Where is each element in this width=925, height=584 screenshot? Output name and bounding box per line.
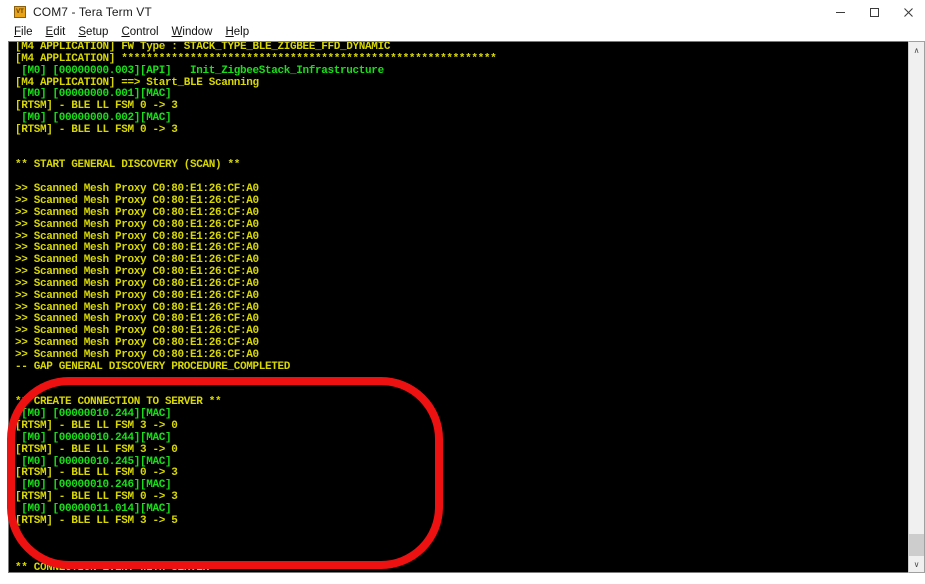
minimize-button[interactable] [823, 0, 857, 24]
minimize-icon [835, 11, 845, 13]
menu-accel-help: H [225, 26, 234, 38]
scroll-down-arrow-icon[interactable]: ∨ [909, 556, 924, 572]
terminal-scrollbar[interactable]: ∧ ∨ [908, 41, 925, 573]
menu-item-edit[interactable]: Edit [46, 26, 66, 39]
close-button[interactable] [891, 0, 925, 24]
title-bar: COM7 - Tera Term VT [0, 0, 925, 25]
menu-item-file[interactable]: File [14, 26, 33, 39]
terminal-line: ** START GENERAL DISCOVERY (SCAN) ** [15, 159, 241, 172]
terminal-line: ** CONNECTION EVENT WITH SERVER [15, 562, 209, 572]
scrollbar-thumb[interactable] [909, 534, 924, 556]
terminal-line: [M0] [00000000.003][API] Init_ZigbeeStac… [15, 64, 384, 77]
terminal-line: [RTSM] - BLE LL FSM 3 -> 0 [15, 443, 178, 456]
scrollbar-track[interactable] [909, 58, 924, 556]
terminal-line: >> Scanned Mesh Proxy C0:80:E1:26:CF:A0 [15, 277, 259, 290]
terminal-line: >> Scanned Mesh Proxy C0:80:E1:26:CF:A0 [15, 348, 259, 361]
terminal-line: [M4 APPLICATION] ***********************… [15, 52, 497, 65]
terminal-line: [RTSM] - BLE LL FSM 0 -> 3 [15, 123, 178, 136]
menu-rest-edit: dit [53, 26, 66, 38]
tera-term-window: COM7 - Tera Term VT File Edit [0, 0, 925, 584]
menu-rest-setup: etup [86, 26, 109, 38]
menu-item-help[interactable]: Help [225, 26, 249, 39]
menu-item-window[interactable]: Window [172, 26, 213, 39]
menu-bar: File Edit Setup Control Window Help [0, 24, 925, 41]
terminal-line: [M0] [00000011.014][MAC] [15, 502, 172, 515]
menu-rest-control: ontrol [129, 26, 159, 38]
close-icon [903, 7, 913, 17]
menu-accel-file: F [14, 26, 22, 38]
scroll-up-arrow-icon[interactable]: ∧ [909, 42, 924, 58]
window-controls [823, 0, 925, 24]
terminal-line: >> Scanned Mesh Proxy C0:80:E1:26:CF:A0 [15, 289, 259, 302]
menu-item-setup[interactable]: Setup [78, 26, 108, 39]
menu-accel-control: C [121, 26, 130, 38]
terminal-frame: [M4 APPLICATION] FW Type : STACK_TYPE_BL… [8, 41, 917, 573]
menu-accel-setup: S [78, 26, 87, 38]
menu-rest-window: indow [182, 26, 213, 38]
app-icon [14, 6, 26, 18]
window-title: COM7 - Tera Term VT [33, 5, 152, 19]
terminal-line: [M0] [00000010.244][MAC] [15, 431, 172, 444]
maximize-icon [869, 7, 879, 17]
terminal-line: -- GAP GENERAL DISCOVERY PROCEDURE_COMPL… [15, 360, 291, 373]
terminal-output[interactable]: [M4 APPLICATION] FW Type : STACK_TYPE_BL… [9, 42, 900, 572]
menu-accel-window: W [171, 26, 183, 38]
maximize-button[interactable] [857, 0, 891, 24]
terminal-line: >> Scanned Mesh Proxy C0:80:E1:26:CF:A0 [15, 218, 259, 231]
terminal-line: >> Scanned Mesh Proxy C0:80:E1:26:CF:A0 [15, 206, 259, 219]
menu-rest-help: elp [233, 26, 250, 38]
menu-rest-file: ile [21, 26, 33, 38]
terminal-line: [RTSM] - BLE LL FSM 3 -> 5 [15, 514, 178, 527]
menu-item-control[interactable]: Control [121, 26, 158, 39]
